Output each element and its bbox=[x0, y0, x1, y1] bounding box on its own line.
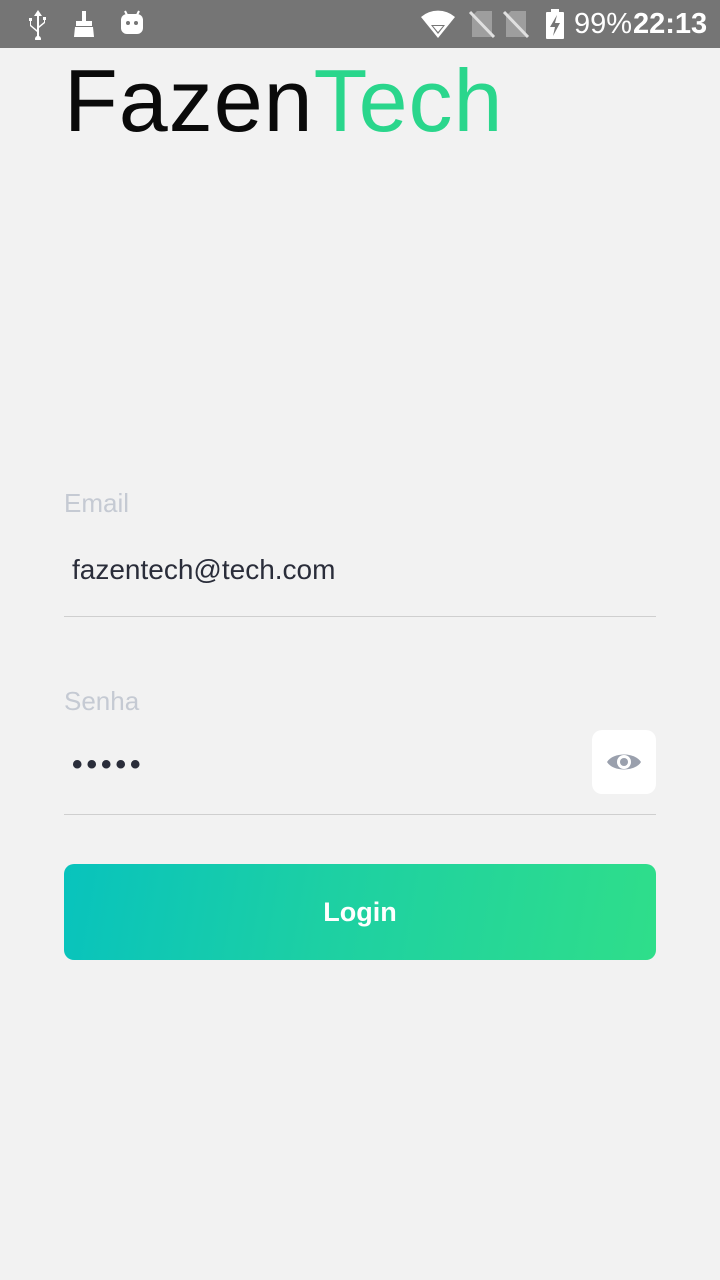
usb-icon bbox=[29, 10, 46, 40]
login-button-label: Login bbox=[323, 896, 397, 927]
logo-text-fazen: Fazen bbox=[64, 51, 314, 150]
status-bar: 99% 22:13 bbox=[0, 0, 720, 48]
cleaner-icon bbox=[74, 11, 94, 37]
password-field[interactable]: ••••• bbox=[64, 730, 656, 815]
email-field[interactable]: fazentech@tech.com bbox=[64, 536, 656, 617]
password-value: ••••• bbox=[72, 748, 145, 781]
login-button[interactable]: Login bbox=[64, 864, 656, 960]
logo-text-tech: Tech bbox=[313, 51, 504, 150]
email-value: fazentech@tech.com bbox=[72, 554, 336, 585]
no-sim-icon bbox=[468, 10, 496, 39]
battery-percentage: 99% bbox=[574, 8, 633, 40]
no-sim-icon bbox=[502, 10, 530, 39]
clock: 22:13 bbox=[633, 8, 708, 40]
toggle-password-visibility-button[interactable] bbox=[592, 730, 656, 794]
android-icon bbox=[121, 10, 143, 34]
wifi-icon bbox=[421, 10, 455, 38]
password-label: Senha bbox=[64, 686, 140, 716]
battery-charging-icon bbox=[546, 9, 564, 39]
app-logo: FazenTech bbox=[64, 56, 503, 146]
eye-icon bbox=[607, 754, 641, 770]
email-label: Email bbox=[64, 488, 130, 518]
